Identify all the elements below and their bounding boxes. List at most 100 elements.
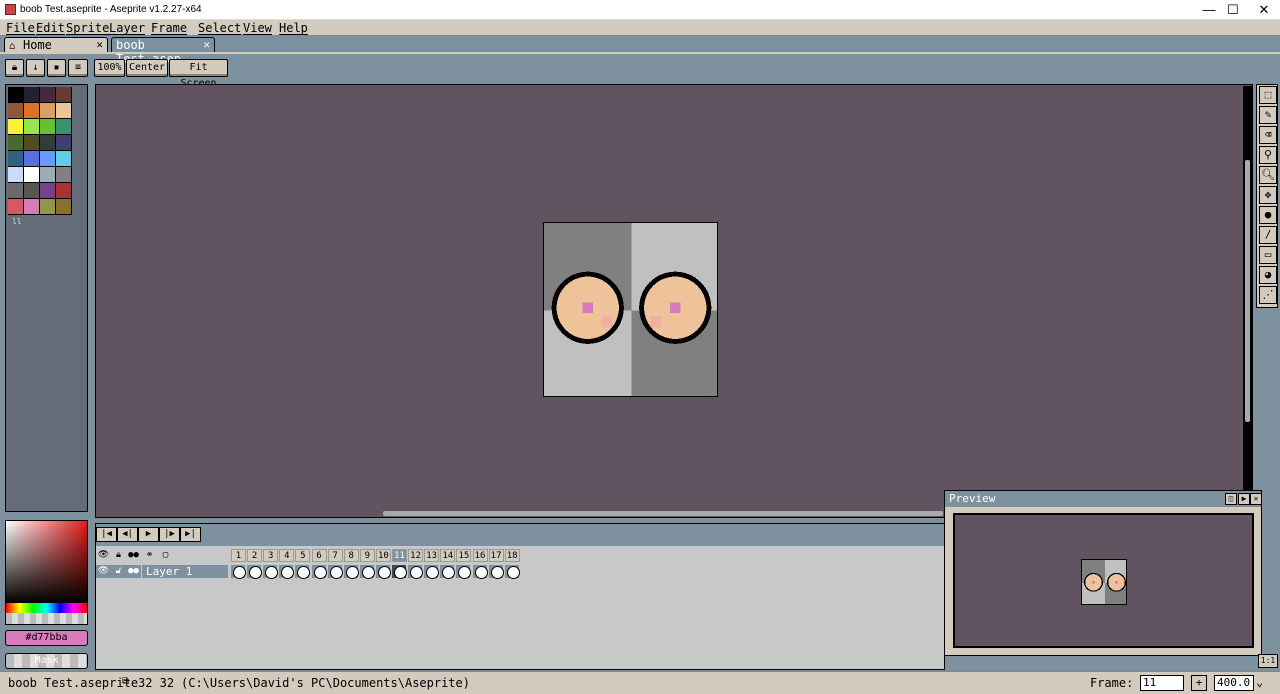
menu-edit[interactable]: Edit: [36, 21, 65, 35]
palette-swatch[interactable]: [56, 167, 72, 183]
palette-swatch[interactable]: [24, 119, 40, 135]
frame-cel[interactable]: [488, 565, 504, 579]
close-window-button[interactable]: ✕: [1248, 0, 1280, 20]
frame-cel[interactable]: [424, 565, 440, 579]
palette-swatch[interactable]: [56, 183, 72, 199]
frame-header[interactable]: 11: [392, 549, 407, 562]
palette-swatch[interactable]: [24, 199, 40, 215]
play-icon[interactable]: ▶: [138, 527, 159, 542]
palette-swatch[interactable]: [56, 151, 72, 167]
vertical-scrollbar-thumb[interactable]: [1245, 160, 1250, 422]
frame-header[interactable]: 14: [440, 549, 456, 562]
maximize-button[interactable]: ☐: [1217, 0, 1249, 20]
palette-swatch[interactable]: [8, 199, 24, 215]
menu-frame[interactable]: Frame: [151, 21, 187, 35]
frame-header[interactable]: 12: [408, 549, 424, 562]
foreground-color-button[interactable]: #d77bba: [5, 630, 88, 646]
layer-lock-icon[interactable]: 🔓︎: [111, 565, 126, 578]
zoom-icon[interactable]: 🔍︎: [1259, 166, 1277, 184]
eyedropper-icon[interactable]: ⚲: [1259, 146, 1277, 164]
frame-cel[interactable]: [472, 565, 488, 579]
marquee-select-icon[interactable]: ⬚: [1259, 86, 1277, 104]
palette-swatch[interactable]: [56, 135, 72, 151]
frame-header[interactable]: 9: [359, 549, 375, 562]
preview-title[interactable]: Preview: [945, 491, 1261, 507]
move-icon[interactable]: ✥: [1259, 186, 1277, 204]
center-button[interactable]: Center: [126, 59, 168, 77]
preview-play-icon[interactable]: ▶: [1238, 493, 1250, 505]
frame-cel[interactable]: [311, 565, 327, 579]
frame-header[interactable]: 8: [343, 549, 359, 562]
palette-swatch[interactable]: [40, 103, 56, 119]
palette-swatch[interactable]: [40, 167, 56, 183]
palette-swatch[interactable]: [8, 167, 24, 183]
frame-header[interactable]: 10: [375, 549, 391, 562]
next-frame-icon[interactable]: |▶: [159, 527, 180, 542]
palette-swatch[interactable]: [8, 103, 24, 119]
mask-color-button[interactable]: Mask: [5, 653, 88, 669]
first-frame-icon[interactable]: |◀: [96, 527, 117, 542]
palette-swatch[interactable]: [56, 119, 72, 135]
zoom-100-button[interactable]: 100%: [94, 59, 125, 77]
frame-cel[interactable]: [327, 565, 343, 579]
tab-document[interactable]: boob Test.asep ✕: [111, 37, 215, 66]
menu-help[interactable]: Help: [279, 21, 308, 35]
frame-cel[interactable]: [231, 565, 246, 579]
frame-cel[interactable]: [504, 565, 520, 579]
palette-swatch[interactable]: [8, 87, 24, 103]
lock-icon[interactable]: 🔒︎: [5, 59, 24, 77]
frame-cel[interactable]: [359, 565, 375, 579]
frame-cel[interactable]: [343, 565, 359, 579]
frame-header[interactable]: 15: [456, 549, 472, 562]
frame-header[interactable]: 4: [279, 549, 295, 562]
paint-bucket-icon[interactable]: ●: [1259, 206, 1277, 224]
palette-swatch[interactable]: [56, 87, 72, 103]
frame-cel[interactable]: [263, 565, 279, 579]
frame-header[interactable]: 16: [472, 549, 488, 562]
palette-swatch[interactable]: [40, 151, 56, 167]
frame-cel[interactable]: [247, 565, 263, 579]
frame-header[interactable]: 1: [231, 549, 246, 562]
layer-continuous-icon[interactable]: ●●: [126, 565, 141, 578]
rectangle-icon[interactable]: ▭: [1259, 246, 1277, 264]
line-icon[interactable]: /: [1259, 226, 1277, 244]
frame-header[interactable]: 3: [263, 549, 279, 562]
contour-icon[interactable]: ◕: [1259, 266, 1277, 284]
pencil-icon[interactable]: ✎: [1259, 106, 1277, 124]
hue-slider[interactable]: [6, 603, 87, 613]
frame-cel[interactable]: [295, 565, 311, 579]
tab-home[interactable]: ⌂ Home ✕: [4, 37, 108, 53]
continuous-header-icon[interactable]: ●●: [126, 549, 141, 562]
palette-swatch[interactable]: [40, 119, 56, 135]
menu-layer[interactable]: Layer: [109, 21, 145, 35]
previous-frame-icon[interactable]: ◀|: [117, 527, 138, 542]
menu-file[interactable]: File: [6, 21, 35, 35]
menu-sprite[interactable]: Sprite: [66, 21, 109, 35]
saturation-value-field[interactable]: [6, 521, 87, 603]
horizontal-scrollbar-thumb[interactable]: [383, 511, 943, 516]
pixel-ratio-button[interactable]: 1:1: [1258, 654, 1278, 668]
frame-input[interactable]: 11: [1140, 675, 1184, 691]
color-picker[interactable]: [5, 520, 88, 625]
palette-swatch[interactable]: [24, 183, 40, 199]
sprite-canvas[interactable]: [543, 222, 718, 397]
frame-header[interactable]: 7: [327, 549, 343, 562]
preview-canvas[interactable]: [953, 513, 1254, 648]
frame-cel[interactable]: [408, 565, 424, 579]
palette-swatch[interactable]: [8, 135, 24, 151]
arrow-down-icon[interactable]: ↓: [26, 59, 45, 77]
palette-swatch[interactable]: [24, 151, 40, 167]
visibility-header-icon[interactable]: 👁︎: [96, 549, 111, 562]
new-layer-icon[interactable]: ▢: [158, 549, 173, 562]
palette-swatch[interactable]: [8, 151, 24, 167]
eraser-icon[interactable]: ⌫: [1259, 126, 1277, 144]
frame-cel[interactable]: [392, 565, 407, 579]
frame-cel[interactable]: [279, 565, 295, 579]
frame-header[interactable]: 17: [488, 549, 504, 562]
menu-icon[interactable]: ≡: [68, 59, 88, 77]
palette-swatch[interactable]: [40, 199, 56, 215]
palette-swatch[interactable]: [40, 135, 56, 151]
palette-swatch[interactable]: [8, 119, 24, 135]
palette-resize-handle-icon[interactable]: ll: [12, 217, 22, 226]
zoom-dropdown-icon[interactable]: ⌄: [1256, 675, 1263, 689]
